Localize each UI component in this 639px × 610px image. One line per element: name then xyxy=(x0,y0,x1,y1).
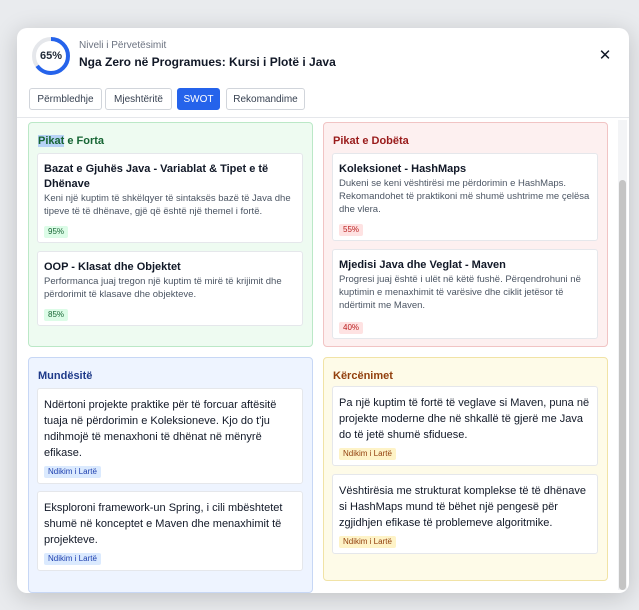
threat-card: Pa një kuptim të fortë të veglave si Mav… xyxy=(332,386,598,466)
threat-card-text: Vështirësia me strukturat komplekse të t… xyxy=(339,485,587,529)
strengths-title-highlight: Pikat xyxy=(38,135,65,147)
opportunity-card: Ndërtoni projekte praktike për të forcua… xyxy=(37,388,303,484)
opportunity-card-text: Ndërtoni projekte praktike për të forcua… xyxy=(44,399,277,459)
tab-skills[interactable]: Mjeshtëritë xyxy=(105,88,172,110)
close-icon[interactable]: ✕ xyxy=(597,47,613,63)
weakness-card: Koleksionet - HashMaps Dukeni se keni vë… xyxy=(332,153,598,241)
strengths-title-rest: e Forta xyxy=(64,135,105,147)
strengths-title: Pikat e Forta xyxy=(38,135,104,147)
strength-card: OOP - Klasat dhe Objektet Performanca ju… xyxy=(37,251,303,326)
threats-title: Kërcënimet xyxy=(333,370,393,382)
tab-swot[interactable]: SWOT xyxy=(177,88,220,110)
swot-content: Pikat e Forta Bazat e Gjuhës Java - Vari… xyxy=(17,119,629,593)
tab-bar: Përmbledhje Mjeshtëritë SWOT Rekomandime xyxy=(17,84,629,118)
strength-card: Bazat e Gjuhës Java - Variablat & Tipet … xyxy=(37,153,303,243)
opportunity-impact-badge: Ndikim i Lartë xyxy=(44,466,101,478)
weakness-card-description: Progresi juaj është i ulët në këtë fushë… xyxy=(339,274,581,311)
opportunities-title: Mundësitë xyxy=(38,370,93,382)
opportunity-impact-badge: Ndikim i Lartë xyxy=(44,553,101,565)
opportunity-card-text: Eksploroni framework-un Spring, i cili m… xyxy=(44,502,283,546)
progress-percent: 65% xyxy=(39,50,63,62)
strengths-quadrant: Pikat e Forta Bazat e Gjuhës Java - Vari… xyxy=(28,122,313,347)
weakness-card-description: Dukeni se keni vështirësi me përdorimin … xyxy=(339,178,590,215)
strength-card-title: Bazat e Gjuhës Java - Variablat & Tipet … xyxy=(44,163,269,190)
strength-card-title: OOP - Klasat dhe Objektet xyxy=(44,261,181,273)
weakness-card-title: Mjedisi Java dhe Veglat - Maven xyxy=(339,259,506,271)
threat-card: Vështirësia me strukturat komplekse të t… xyxy=(332,474,598,554)
threats-quadrant: Kërcënimet Pa një kuptim të fortë të veg… xyxy=(323,357,608,581)
threat-card-text: Pa një kuptim të fortë të veglave si Mav… xyxy=(339,397,590,441)
content-scrollbar-thumb[interactable] xyxy=(619,180,626,590)
opportunities-quadrant: Mundësitë Ndërtoni projekte praktike për… xyxy=(28,357,313,593)
progress-ring: 65% xyxy=(31,36,71,76)
modal-subtitle: Niveli i Përvetësimit xyxy=(79,40,167,51)
weaknesses-title: Pikat e Dobëta xyxy=(333,135,409,147)
strength-card-description: Performanca juaj tregon një kuptim të mi… xyxy=(44,276,282,300)
weakness-card: Mjedisi Java dhe Veglat - Maven Progresi… xyxy=(332,249,598,339)
weakness-card-title: Koleksionet - HashMaps xyxy=(339,163,467,175)
threat-impact-badge: Ndikim i Lartë xyxy=(339,448,396,460)
threat-impact-badge: Ndikim i Lartë xyxy=(339,536,396,548)
strength-score-badge: 95% xyxy=(44,226,69,238)
weakness-score-badge: 40% xyxy=(339,322,364,334)
modal-header: 65% Niveli i Përvetësimit Nga Zero në Pr… xyxy=(17,28,629,84)
strength-score-badge: 85% xyxy=(44,309,69,321)
swot-modal: 65% Niveli i Përvetësimit Nga Zero në Pr… xyxy=(17,28,629,593)
tab-recommendations[interactable]: Rekomandime xyxy=(226,88,305,110)
strength-card-description: Keni një kuptim të shkëlqyer të sintaksë… xyxy=(44,193,291,217)
weakness-score-badge: 55% xyxy=(339,224,364,236)
opportunity-card: Eksploroni framework-un Spring, i cili m… xyxy=(37,491,303,571)
weaknesses-quadrant: Pikat e Dobëta Koleksionet - HashMaps Du… xyxy=(323,122,608,347)
tab-overview[interactable]: Përmbledhje xyxy=(29,88,102,110)
modal-title: Nga Zero në Programues: Kursi i Plotë i … xyxy=(79,55,336,69)
